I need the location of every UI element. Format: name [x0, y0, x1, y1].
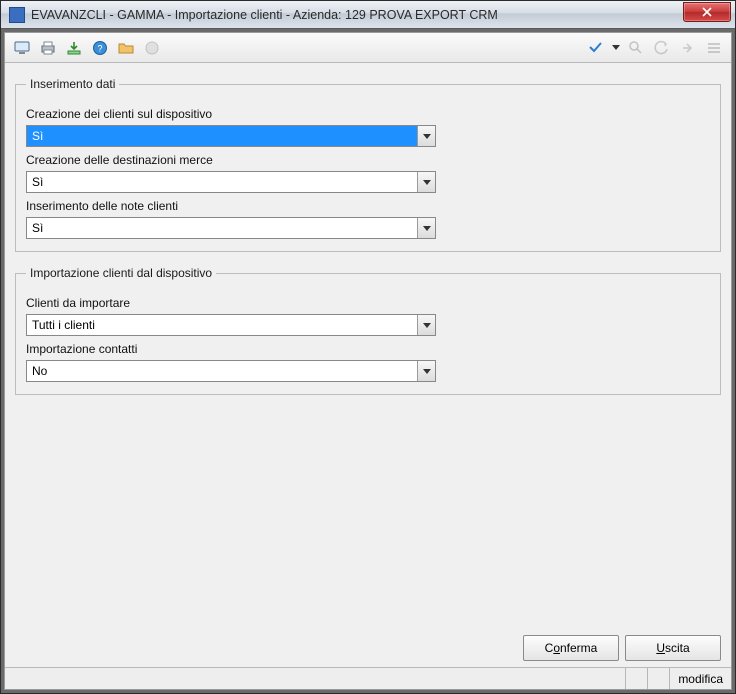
status-mode: modifica: [669, 668, 731, 689]
undo-button: [650, 36, 674, 60]
titlebar: EVAVANZCLI - GAMMA - Importazione client…: [1, 1, 735, 29]
app-icon: [9, 7, 25, 23]
forward-icon: [680, 40, 696, 56]
btn-text-ul: o: [553, 641, 560, 655]
group-inserimento-dati: Inserimento dati Creazione dei clienti s…: [15, 77, 721, 252]
label-creazione-destinazioni: Creazione delle destinazioni merce: [26, 153, 710, 167]
undo-icon: [654, 40, 670, 56]
btn-text-post: scita: [665, 641, 690, 655]
help-icon: ?: [92, 40, 108, 56]
btn-text-post: nferma: [560, 641, 597, 655]
combo-value: Tutti i clienti: [27, 315, 417, 335]
btn-text-pre: C: [545, 641, 554, 655]
btn-text-ul: U: [656, 641, 665, 655]
chevron-down-icon: [423, 226, 431, 231]
app-window: EVAVANZCLI - GAMMA - Importazione client…: [0, 0, 736, 694]
export-button[interactable]: [62, 36, 86, 60]
label-creazione-clienti: Creazione dei clienti sul dispositivo: [26, 107, 710, 121]
combo-value: Sì: [27, 218, 417, 238]
folder-button[interactable]: [114, 36, 138, 60]
combo-arrow[interactable]: [417, 361, 435, 381]
combo-arrow[interactable]: [417, 218, 435, 238]
chevron-down-icon: [612, 45, 620, 50]
monitor-icon: [14, 40, 30, 56]
search-icon: [628, 40, 644, 56]
close-button[interactable]: [683, 2, 731, 22]
combo-value: No: [27, 361, 417, 381]
disabled-button: [140, 36, 164, 60]
chevron-down-icon: [423, 323, 431, 328]
group-legend-ins: Inserimento dati: [26, 77, 119, 91]
toolbar: ?: [5, 33, 731, 63]
combo-clienti-importare[interactable]: Tutti i clienti: [26, 314, 436, 336]
combo-arrow[interactable]: [417, 315, 435, 335]
preview-button[interactable]: [10, 36, 34, 60]
list-icon: [706, 40, 722, 56]
close-icon: [702, 7, 712, 17]
chevron-down-icon: [423, 369, 431, 374]
help-button[interactable]: ?: [88, 36, 112, 60]
svg-text:?: ?: [97, 43, 102, 53]
forward-button: [676, 36, 700, 60]
combo-inserimento-note[interactable]: Sì: [26, 217, 436, 239]
globe-icon: [144, 40, 160, 56]
combo-arrow[interactable]: [417, 126, 435, 146]
label-clienti-importare: Clienti da importare: [26, 296, 710, 310]
group-importazione-clienti: Importazione clienti dal dispositivo Cli…: [15, 266, 721, 395]
exit-button[interactable]: Uscita: [625, 635, 721, 661]
combo-creazione-destinazioni[interactable]: Sì: [26, 171, 436, 193]
dropdown-arrow-button[interactable]: [610, 36, 622, 60]
combo-value: Sì: [27, 172, 417, 192]
label-inserimento-note: Inserimento delle note clienti: [26, 199, 710, 213]
export-icon: [66, 40, 82, 56]
status-cell-1: [625, 668, 647, 689]
confirm-button[interactable]: Conferma: [523, 635, 619, 661]
print-button[interactable]: [36, 36, 60, 60]
toolbar-right: [583, 36, 727, 60]
combo-arrow[interactable]: [417, 172, 435, 192]
list-button: [702, 36, 726, 60]
toolbar-left: ?: [9, 36, 165, 60]
printer-icon: [40, 40, 56, 56]
window-title: EVAVANZCLI - GAMMA - Importazione client…: [31, 8, 498, 22]
combo-importazione-contatti[interactable]: No: [26, 360, 436, 382]
group-legend-imp: Importazione clienti dal dispositivo: [26, 266, 216, 280]
client-area: ?: [4, 32, 732, 690]
dialog-buttons: Conferma Uscita: [523, 635, 721, 661]
chevron-down-icon: [423, 180, 431, 185]
search-button: [624, 36, 648, 60]
form-content: Inserimento dati Creazione dei clienti s…: [5, 63, 731, 667]
dropdown-button[interactable]: [584, 36, 608, 60]
folder-icon: [118, 40, 134, 56]
chevron-down-icon: [423, 134, 431, 139]
status-cell-2: [647, 668, 669, 689]
statusbar: modifica: [5, 667, 731, 689]
label-importazione-contatti: Importazione contatti: [26, 342, 710, 356]
combo-creazione-clienti[interactable]: Sì: [26, 125, 436, 147]
check-dropdown-icon: [588, 40, 604, 56]
combo-value: Sì: [27, 126, 417, 146]
